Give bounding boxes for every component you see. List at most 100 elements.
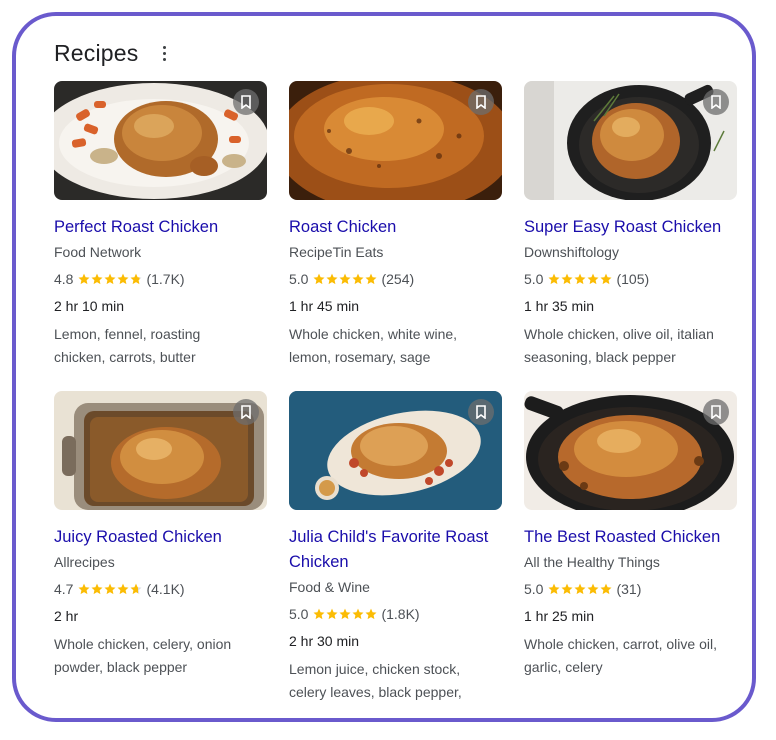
star-icon (130, 583, 142, 595)
rating-value: 4.8 (54, 271, 74, 287)
star-icon (91, 273, 103, 285)
recipe-image[interactable] (54, 391, 267, 510)
star-icon (365, 608, 377, 620)
recipe-source: Food Network (54, 244, 142, 260)
recipe-title-link[interactable]: Roast Chicken (289, 215, 502, 240)
recipe-source: Food & Wine (289, 579, 370, 595)
recipe-card[interactable]: Perfect Roast Chicken Food Network 4.8 (… (54, 81, 267, 367)
cook-time: 1 hr 45 min (289, 298, 360, 314)
bookmark-icon[interactable] (233, 399, 259, 425)
ingredients: Lemon, fennel, roasting chicken, carrots… (54, 326, 201, 365)
recipe-image[interactable] (289, 81, 502, 200)
star-icon (104, 583, 116, 595)
recipe-title-link[interactable]: Julia Child's Favorite Roast Chicken (289, 525, 502, 575)
star-rating-icon (78, 273, 142, 285)
star-icon (587, 583, 599, 595)
bookmark-icon[interactable] (703, 399, 729, 425)
recipe-rating: 4.8 (1.7K) (54, 269, 267, 289)
ingredients: Lemon juice, chicken stock, celery leave… (289, 661, 462, 700)
recipe-source: Allrecipes (54, 554, 115, 570)
cook-time: 2 hr 30 min (289, 633, 360, 649)
rating-value: 5.0 (524, 271, 544, 287)
recipe-grid: Perfect Roast Chicken Food Network 4.8 (… (54, 81, 737, 700)
star-icon (313, 273, 325, 285)
star-rating-icon (313, 608, 377, 620)
review-count: (105) (616, 271, 650, 287)
ingredients: Whole chicken, carrot, olive oil, garlic… (524, 636, 717, 675)
recipe-title-link[interactable]: Super Easy Roast Chicken (524, 215, 737, 240)
recipe-image[interactable] (524, 391, 737, 510)
recipe-title-link[interactable]: Perfect Roast Chicken (54, 215, 267, 240)
cook-time: 2 hr (54, 608, 79, 624)
review-count: (1.7K) (146, 271, 185, 287)
star-icon (574, 273, 586, 285)
star-icon (352, 608, 364, 620)
rating-value: 5.0 (289, 606, 309, 622)
recipe-rating: 4.7 (4.1K) (54, 579, 267, 599)
review-count: (254) (381, 271, 415, 287)
review-count: (1.8K) (381, 606, 420, 622)
recipes-header: Recipes (54, 40, 173, 67)
star-icon (600, 583, 612, 595)
star-icon (561, 583, 573, 595)
star-icon (339, 608, 351, 620)
cook-time: 2 hr 10 min (54, 298, 125, 314)
star-rating-icon (313, 273, 377, 285)
star-icon (326, 608, 338, 620)
star-icon (548, 273, 560, 285)
star-icon (91, 583, 103, 595)
star-icon (326, 273, 338, 285)
recipe-source: Downshiftology (524, 244, 619, 260)
recipe-rating: 5.0 (105) (524, 269, 737, 289)
rating-value: 4.7 (54, 581, 74, 597)
ingredients: Whole chicken, olive oil, italian season… (524, 326, 714, 365)
ingredients: Whole chicken, celery, onion powder, bla… (54, 636, 232, 675)
star-icon (548, 583, 560, 595)
ingredients: Whole chicken, white wine, lemon, rosema… (289, 326, 458, 365)
section-title: Recipes (54, 40, 139, 66)
star-icon (130, 273, 142, 285)
star-icon (352, 273, 364, 285)
star-rating-icon (548, 583, 612, 595)
recipe-card[interactable]: Julia Child's Favorite Roast Chicken Foo… (289, 391, 502, 700)
recipe-image[interactable] (289, 391, 502, 510)
star-icon (339, 273, 351, 285)
star-icon (561, 273, 573, 285)
recipe-image[interactable] (54, 81, 267, 200)
star-icon (574, 583, 586, 595)
star-icon (600, 273, 612, 285)
star-icon (313, 608, 325, 620)
recipe-image[interactable] (524, 81, 737, 200)
star-icon (78, 583, 90, 595)
recipe-card[interactable]: The Best Roasted Chicken All the Healthy… (524, 391, 737, 677)
recipe-source: All the Healthy Things (524, 554, 660, 570)
bookmark-icon[interactable] (468, 89, 494, 115)
review-count: (4.1K) (146, 581, 185, 597)
review-count: (31) (616, 581, 642, 597)
recipe-card[interactable]: Super Easy Roast Chicken Downshiftology … (524, 81, 737, 367)
recipe-source: RecipeTin Eats (289, 244, 384, 260)
recipe-card[interactable]: Juicy Roasted Chicken Allrecipes 4.7 (4.… (54, 391, 267, 677)
cook-time: 1 hr 35 min (524, 298, 595, 314)
bookmark-icon[interactable] (468, 399, 494, 425)
more-vert-icon[interactable] (157, 42, 173, 66)
recipe-rating: 5.0 (31) (524, 579, 737, 599)
cook-time: 1 hr 25 min (524, 608, 595, 624)
recipe-rating: 5.0 (254) (289, 269, 502, 289)
bookmark-icon[interactable] (233, 89, 259, 115)
star-icon (78, 273, 90, 285)
rating-value: 5.0 (289, 271, 309, 287)
recipe-title-link[interactable]: The Best Roasted Chicken (524, 525, 737, 550)
recipe-rating: 5.0 (1.8K) (289, 604, 502, 624)
bookmark-icon[interactable] (703, 89, 729, 115)
star-icon (365, 273, 377, 285)
star-icon (117, 273, 129, 285)
recipe-card[interactable]: Roast Chicken RecipeTin Eats 5.0 (254) 1… (289, 81, 502, 367)
rating-value: 5.0 (524, 581, 544, 597)
star-icon (587, 273, 599, 285)
recipe-title-link[interactable]: Juicy Roasted Chicken (54, 525, 267, 550)
star-rating-icon (78, 583, 142, 595)
star-rating-icon (548, 273, 612, 285)
star-icon (104, 273, 116, 285)
star-icon (117, 583, 129, 595)
